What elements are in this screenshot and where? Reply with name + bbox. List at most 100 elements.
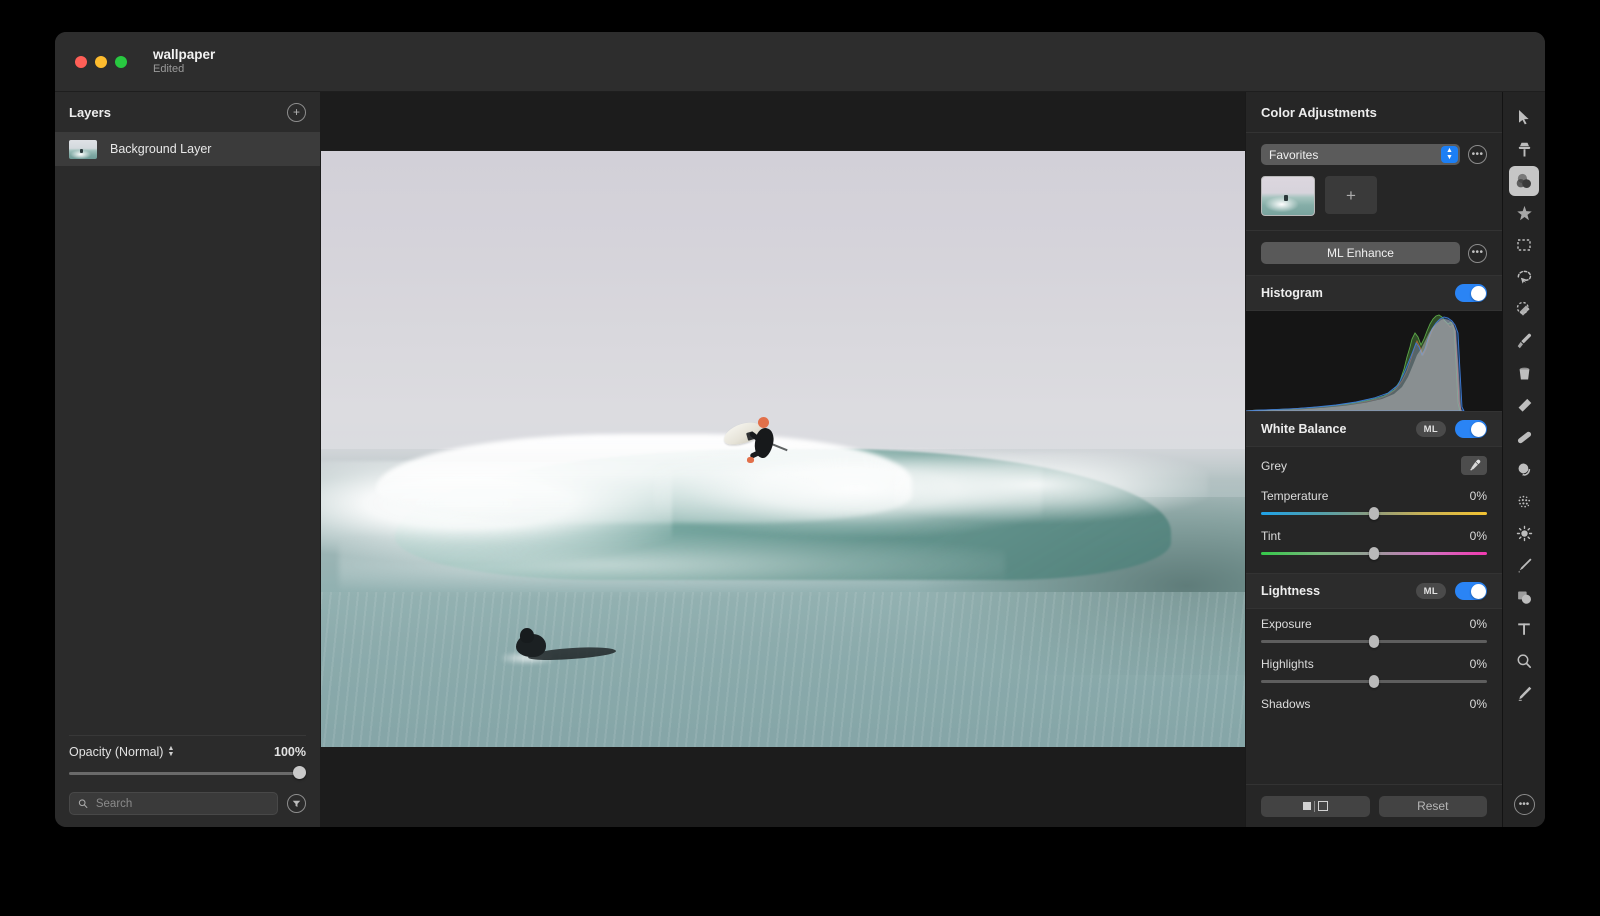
toggle-knob bbox=[1470, 421, 1486, 437]
tool-options-button[interactable]: ••• bbox=[1513, 794, 1535, 815]
move-tool[interactable] bbox=[1509, 102, 1539, 132]
brush-tool[interactable] bbox=[1509, 326, 1539, 356]
noise-tool[interactable] bbox=[1509, 486, 1539, 516]
magic-wand-tool[interactable] bbox=[1509, 294, 1539, 324]
search-field[interactable] bbox=[69, 792, 278, 815]
layer-row-background[interactable]: Background Layer bbox=[55, 132, 320, 166]
rect-select-tool[interactable] bbox=[1509, 230, 1539, 260]
ml-enhance-row: ML Enhance ••• bbox=[1246, 231, 1502, 275]
zoom-tool[interactable] bbox=[1509, 646, 1539, 676]
adjustments-scroll-area[interactable]: Favorites ▲ ▼ ••• + ML Enhance ••• Histo… bbox=[1246, 133, 1502, 784]
white-balance-toggle[interactable] bbox=[1455, 420, 1487, 438]
paint-bucket-tool[interactable] bbox=[1509, 358, 1539, 388]
white-balance-ml-badge[interactable]: ML bbox=[1415, 421, 1446, 437]
heal-tool[interactable] bbox=[1509, 422, 1539, 452]
close-window-button[interactable] bbox=[75, 55, 87, 68]
exposure-slider-knob[interactable] bbox=[1369, 635, 1379, 648]
zoom-window-button[interactable] bbox=[115, 55, 127, 68]
canvas-area[interactable] bbox=[321, 92, 1245, 827]
photo-foreground-water bbox=[321, 592, 1245, 747]
gradient-tool[interactable] bbox=[1509, 678, 1539, 708]
search-row bbox=[69, 792, 306, 815]
presets-row: + bbox=[1261, 176, 1487, 216]
lightness-controls: Exposure 0% Highlights 0% Shadows 0% bbox=[1246, 609, 1502, 719]
retouch-tool[interactable] bbox=[1509, 198, 1539, 228]
search-input[interactable] bbox=[93, 796, 269, 811]
opacity-label-group[interactable]: Opacity (Normal) ▲ ▼ bbox=[69, 745, 174, 759]
color-adjustments-panel: Color Adjustments Favorites ▲ ▼ ••• + ML… bbox=[1245, 92, 1502, 827]
lightness-section-header: Lightness ML bbox=[1246, 573, 1502, 609]
histogram-toggle[interactable] bbox=[1455, 284, 1487, 302]
tint-value: 0% bbox=[1469, 529, 1487, 543]
color-circles-icon bbox=[1516, 173, 1531, 188]
histogram-graph bbox=[1246, 311, 1502, 411]
compare-outline-square-icon bbox=[1317, 801, 1328, 811]
exposure-row: Exposure 0% bbox=[1261, 617, 1487, 631]
sun-icon bbox=[1516, 525, 1532, 541]
filter-button[interactable] bbox=[287, 794, 306, 813]
tint-slider[interactable] bbox=[1261, 547, 1487, 560]
favorites-options-button[interactable]: ••• bbox=[1468, 145, 1487, 164]
minimize-window-button[interactable] bbox=[95, 55, 107, 68]
add-layer-button[interactable]: + bbox=[287, 102, 306, 122]
temperature-label: Temperature bbox=[1261, 489, 1329, 503]
blend-mode-stepper-icon[interactable]: ▲ ▼ bbox=[167, 745, 174, 758]
favorites-row: Favorites ▲ ▼ ••• bbox=[1261, 144, 1487, 165]
reset-button[interactable]: Reset bbox=[1378, 795, 1487, 817]
shapes-tool[interactable] bbox=[1509, 582, 1539, 612]
shadows-value: 0% bbox=[1469, 697, 1487, 711]
favorites-dropdown[interactable]: Favorites ▲ ▼ bbox=[1261, 144, 1460, 165]
compare-divider-icon bbox=[1313, 800, 1315, 812]
cursor-arrow-icon bbox=[1519, 110, 1529, 125]
search-icon bbox=[78, 799, 88, 808]
eraser-tool[interactable] bbox=[1509, 390, 1539, 420]
lightness-toggle[interactable] bbox=[1455, 582, 1487, 600]
clone-stamp-tool[interactable] bbox=[1509, 134, 1539, 164]
opacity-slider-track bbox=[69, 772, 306, 775]
opacity-slider-knob[interactable] bbox=[293, 766, 306, 779]
fountain-pen-icon bbox=[1517, 557, 1532, 573]
brightness-tool[interactable] bbox=[1509, 518, 1539, 548]
tint-slider-knob[interactable] bbox=[1369, 547, 1379, 560]
paintbrush-icon bbox=[1517, 333, 1531, 348]
text-tool[interactable] bbox=[1509, 614, 1539, 644]
opacity-slider[interactable] bbox=[69, 766, 306, 780]
grey-eyedropper-button[interactable] bbox=[1461, 456, 1487, 475]
histogram-section-header: Histogram bbox=[1246, 275, 1502, 311]
photo-paddler-head bbox=[520, 627, 535, 643]
ml-enhance-options-button[interactable]: ••• bbox=[1468, 243, 1487, 263]
highlights-value: 0% bbox=[1469, 657, 1487, 671]
gradient-pen-icon bbox=[1518, 686, 1531, 701]
dodge-burn-tool[interactable] bbox=[1509, 454, 1539, 484]
eraser-icon bbox=[1518, 398, 1531, 412]
color-adjust-tool[interactable] bbox=[1509, 166, 1539, 196]
exposure-slider[interactable] bbox=[1261, 635, 1487, 648]
opacity-label: Opacity (Normal) bbox=[69, 745, 164, 759]
highlights-slider-knob[interactable] bbox=[1369, 675, 1379, 688]
image-canvas[interactable] bbox=[321, 151, 1245, 747]
white-balance-title: White Balance bbox=[1261, 422, 1347, 436]
highlights-slider[interactable] bbox=[1261, 675, 1487, 688]
photo-surfer bbox=[721, 416, 788, 478]
temperature-value: 0% bbox=[1469, 489, 1487, 503]
application-window: wallpaper Edited Layers + Background Lay… bbox=[55, 32, 1545, 827]
lightness-ml-badge[interactable]: ML bbox=[1415, 583, 1446, 599]
temperature-slider-knob[interactable] bbox=[1369, 507, 1379, 520]
add-preset-button[interactable]: + bbox=[1325, 176, 1377, 214]
white-balance-section-header: White Balance ML bbox=[1246, 411, 1502, 447]
pen-tool[interactable] bbox=[1509, 550, 1539, 580]
favorites-selected-value: Favorites bbox=[1269, 147, 1319, 162]
clone-stamp-icon bbox=[1518, 142, 1530, 157]
chevron-up-down-icon[interactable]: ▲ ▼ bbox=[1441, 146, 1458, 163]
lasso-icon bbox=[1517, 270, 1531, 284]
lasso-select-tool[interactable] bbox=[1509, 262, 1539, 292]
eyedropper-icon bbox=[1469, 459, 1480, 471]
ml-enhance-button[interactable]: ML Enhance bbox=[1261, 242, 1460, 264]
magnifier-icon bbox=[1517, 654, 1532, 669]
compare-before-after-button[interactable] bbox=[1261, 795, 1370, 817]
preset-thumbnail[interactable] bbox=[1261, 176, 1315, 216]
layers-list: Background Layer bbox=[55, 132, 320, 735]
shadows-row: Shadows 0% bbox=[1261, 697, 1487, 711]
temperature-slider[interactable] bbox=[1261, 507, 1487, 520]
photo-paddler bbox=[502, 627, 620, 668]
